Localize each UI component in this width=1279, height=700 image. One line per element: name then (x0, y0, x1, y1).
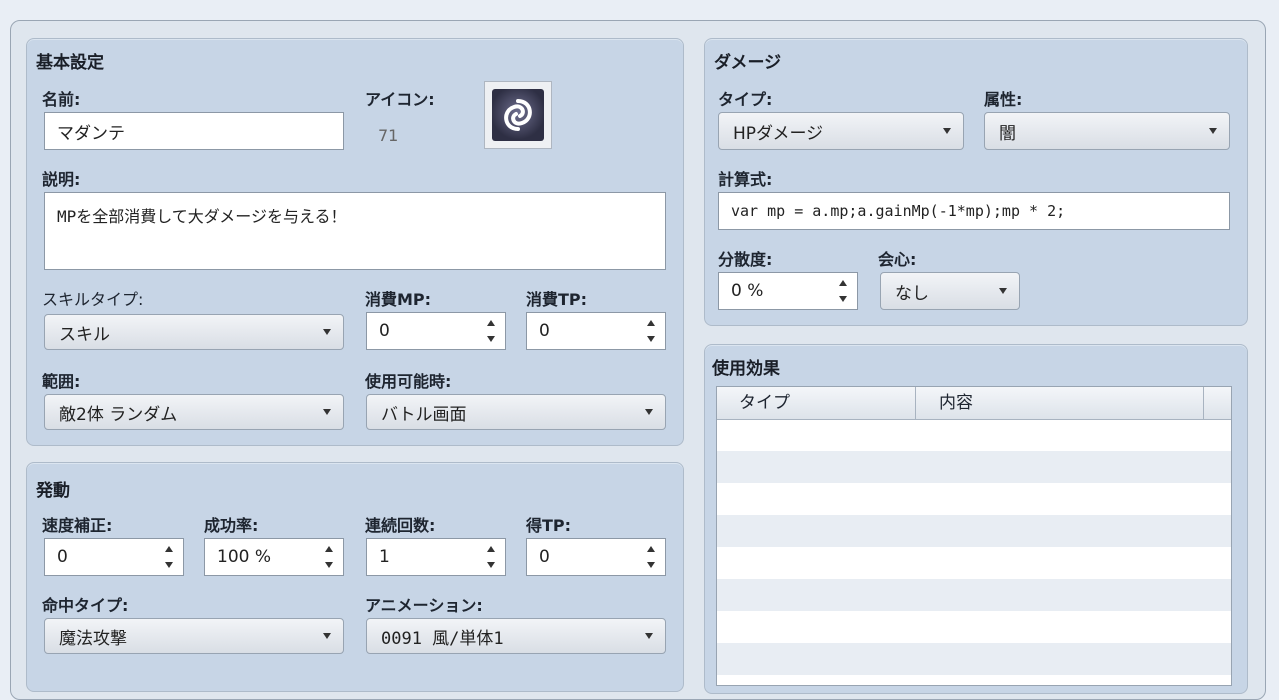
critical-value: なし (895, 279, 929, 304)
table-row[interactable] (717, 547, 1231, 579)
critical-label: 会心: (878, 246, 916, 270)
chevron-down-icon (323, 633, 331, 639)
hit-type-label: 命中タイプ: (42, 592, 128, 616)
occasion-select[interactable]: バトル画面 (366, 394, 666, 430)
occasion-value: バトル画面 (381, 400, 467, 425)
element-label: 属性: (984, 86, 1022, 110)
element-value: 闇 (999, 119, 1016, 144)
success-spinner[interactable]: 100 % (204, 538, 344, 576)
vortex-icon-graphic (492, 89, 544, 141)
spin-up-icon[interactable] (647, 546, 655, 552)
icon-picker[interactable] (484, 81, 552, 149)
spin-down-icon[interactable] (839, 296, 847, 302)
tp-gain-value: 0 (539, 547, 550, 567)
variance-value: 0 % (731, 281, 763, 301)
table-row[interactable] (717, 515, 1231, 547)
spin-down-icon[interactable] (487, 336, 495, 342)
chevron-down-icon (1209, 128, 1217, 134)
mp-cost-label: 消費MP: (365, 286, 431, 310)
skill-type-select[interactable]: スキル (44, 314, 344, 350)
repeats-spinner[interactable]: 1 (366, 538, 506, 576)
chevron-down-icon (645, 409, 653, 415)
spin-up-icon[interactable] (325, 546, 333, 552)
chevron-down-icon (323, 409, 331, 415)
speed-label: 速度補正: (42, 512, 112, 536)
description-label: 説明: (42, 166, 80, 190)
scope-value: 敵2体 ランダム (59, 400, 177, 425)
damage-type-select[interactable]: HPダメージ (718, 112, 964, 150)
tp-gain-label: 得TP: (526, 512, 571, 536)
column-header-content[interactable]: 内容 (939, 387, 1204, 419)
success-label: 成功率: (204, 512, 258, 536)
spin-up-icon[interactable] (647, 320, 655, 326)
scope-label: 範囲: (42, 368, 80, 392)
table-row[interactable] (717, 451, 1231, 483)
variance-spinner[interactable]: 0 % (718, 272, 858, 310)
spin-down-icon[interactable] (647, 562, 655, 568)
mp-cost-value: 0 (379, 321, 390, 341)
tp-gain-spinner[interactable]: 0 (526, 538, 666, 576)
name-input[interactable]: マダンテ (44, 112, 344, 150)
effects-table[interactable]: タイプ 内容 (716, 386, 1232, 686)
column-header-type[interactable]: タイプ (739, 387, 916, 419)
animation-label: アニメーション: (365, 592, 483, 616)
icon-index: 71 (378, 126, 398, 145)
element-select[interactable]: 闇 (984, 112, 1230, 150)
damage-type-label: タイプ: (718, 86, 772, 110)
skill-type-label: スキルタイプ: (42, 286, 143, 310)
spin-down-icon[interactable] (325, 562, 333, 568)
spin-up-icon[interactable] (165, 546, 173, 552)
mp-cost-spinner[interactable]: 0 (366, 312, 506, 350)
repeats-value: 1 (379, 547, 390, 567)
spin-down-icon[interactable] (165, 562, 173, 568)
table-row[interactable] (717, 611, 1231, 643)
formula-label: 計算式: (718, 166, 772, 190)
effects-table-header: タイプ 内容 (717, 387, 1231, 420)
spin-up-icon[interactable] (839, 280, 847, 286)
spin-down-icon[interactable] (487, 562, 495, 568)
invocation-panel (26, 462, 684, 692)
success-value: 100 % (217, 547, 271, 567)
animation-value: 0091 風/単体1 (381, 624, 504, 649)
effects-title: 使用効果 (712, 354, 780, 379)
tp-cost-value: 0 (539, 321, 550, 341)
spin-down-icon[interactable] (647, 336, 655, 342)
tp-cost-label: 消費TP: (526, 286, 587, 310)
icon-label: アイコン: (365, 86, 435, 110)
chevron-down-icon (999, 288, 1007, 294)
table-row[interactable] (717, 579, 1231, 611)
speed-value: 0 (57, 547, 68, 567)
occasion-label: 使用可能時: (365, 368, 451, 392)
skill-type-value: スキル (59, 320, 110, 345)
chevron-down-icon (645, 633, 653, 639)
table-row[interactable] (717, 419, 1231, 451)
table-row[interactable] (717, 483, 1231, 515)
description-textarea[interactable]: MPを全部消費して大ダメージを与える！ (44, 192, 666, 270)
hit-type-select[interactable]: 魔法攻撃 (44, 618, 344, 654)
table-row[interactable] (717, 643, 1231, 675)
tp-cost-spinner[interactable]: 0 (526, 312, 666, 350)
repeats-label: 連続回数: (365, 512, 435, 536)
animation-select[interactable]: 0091 風/単体1 (366, 618, 666, 654)
hit-type-value: 魔法攻撃 (59, 624, 127, 649)
variance-label: 分散度: (718, 246, 772, 270)
critical-select[interactable]: なし (880, 272, 1020, 310)
name-label: 名前: (42, 86, 80, 110)
spin-up-icon[interactable] (487, 546, 495, 552)
chevron-down-icon (943, 128, 951, 134)
spin-up-icon[interactable] (487, 320, 495, 326)
formula-input[interactable]: var mp = a.mp;a.gainMp(-1*mp);mp * 2; (718, 192, 1230, 230)
damage-title: ダメージ (714, 48, 781, 73)
invocation-title: 発動 (36, 476, 70, 501)
speed-spinner[interactable]: 0 (44, 538, 184, 576)
damage-type-value: HPダメージ (733, 119, 823, 144)
basic-settings-title: 基本設定 (36, 48, 104, 73)
vortex-skill-icon (492, 89, 544, 141)
scope-select[interactable]: 敵2体 ランダム (44, 394, 344, 430)
chevron-down-icon (323, 329, 331, 335)
